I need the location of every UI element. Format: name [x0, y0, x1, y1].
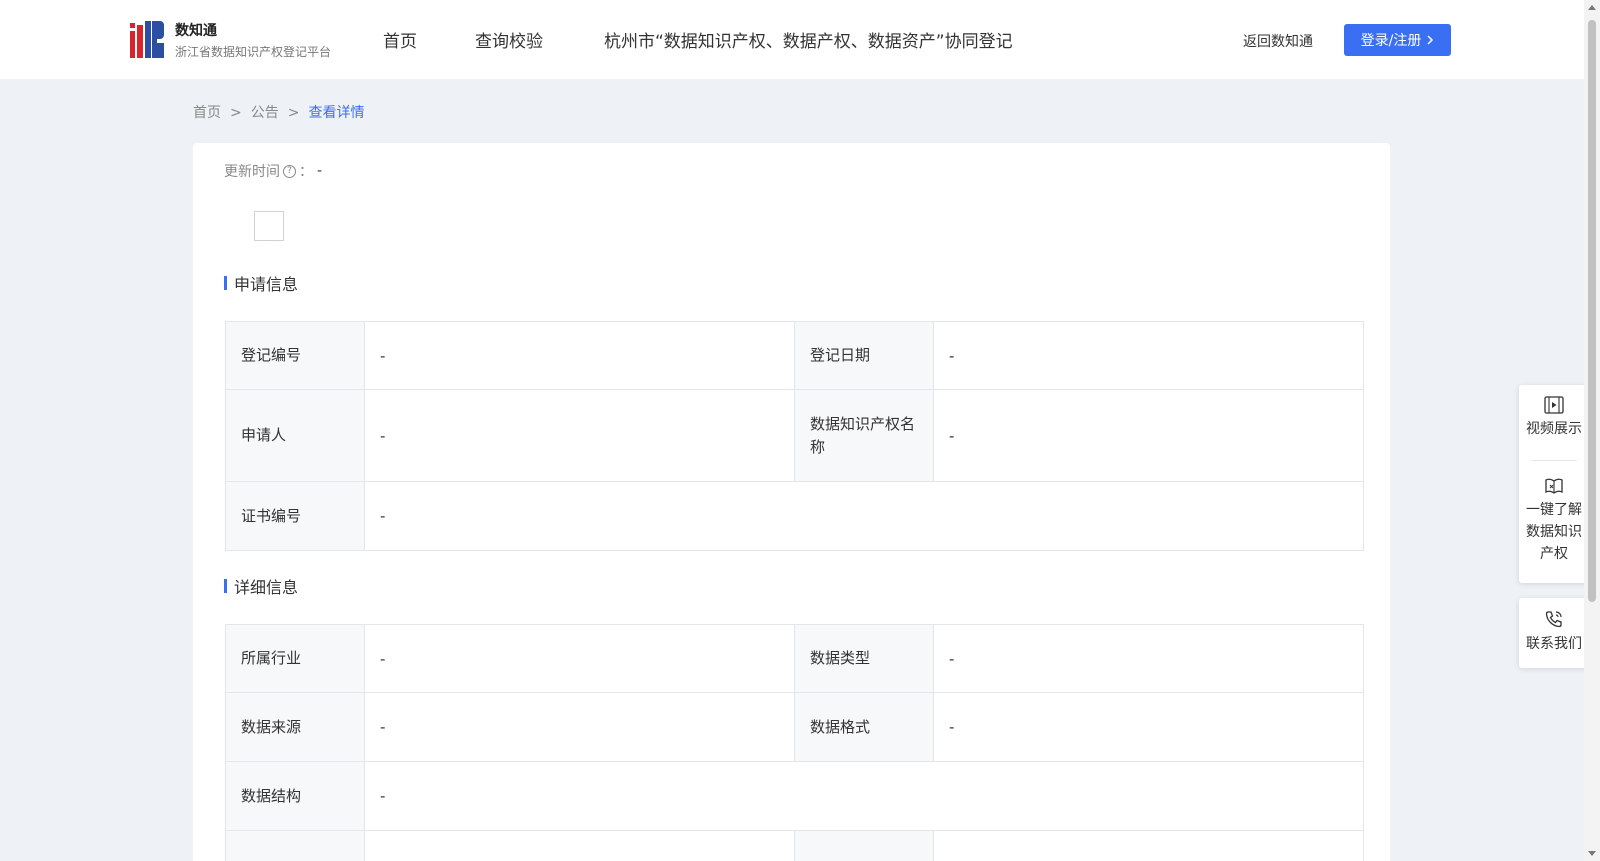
learn-line-2: 数据知识: [1526, 524, 1582, 540]
field-label: [794, 830, 934, 861]
breadcrumb-announcement[interactable]: 公告: [251, 105, 279, 121]
field-label: 证书编号: [225, 481, 365, 551]
breadcrumb: 首页 > 公告 > 查看详情: [193, 102, 364, 122]
field-value: -: [933, 692, 1364, 762]
question-circle-icon[interactable]: ?: [283, 164, 296, 178]
title-accent-bar: [224, 579, 227, 593]
field-value: -: [364, 692, 795, 762]
update-time-label: 更新时间: [224, 164, 280, 180]
table-row: 数据结构 -: [225, 761, 1364, 831]
table-row: [225, 830, 1364, 861]
breadcrumb-separator: >: [230, 105, 242, 121]
chevron-right-icon: [1427, 35, 1434, 45]
float-help-panel: 视频展示 一键了解 数据知识 产权: [1519, 385, 1589, 583]
brand-name: 数知通: [175, 23, 217, 39]
field-label: 数据格式: [794, 692, 934, 762]
certificate-image-placeholder[interactable]: [254, 211, 284, 241]
field-value: -: [933, 389, 1364, 482]
login-register-button[interactable]: 登录/注册: [1344, 24, 1451, 56]
top-header: 数知通 浙江省数据知识产权登记平台 首页 查询校验 杭州市“数据知识产权、数据产…: [0, 0, 1584, 79]
video-icon: [1544, 396, 1564, 414]
table-row: 所属行业 - 数据类型 -: [225, 624, 1364, 693]
field-value: [364, 830, 795, 861]
nav-query-verify[interactable]: 查询校验: [475, 27, 543, 52]
login-register-label: 登录/注册: [1360, 33, 1422, 49]
video-showcase-label: 视频展示: [1526, 421, 1582, 437]
field-value: -: [933, 321, 1364, 390]
breadcrumb-separator: >: [287, 105, 300, 121]
field-label: 数据知识产权名称: [794, 389, 934, 482]
breadcrumb-home[interactable]: 首页: [193, 105, 221, 121]
field-label: 数据类型: [794, 624, 934, 693]
logo-icon[interactable]: [130, 21, 164, 59]
field-value: [933, 830, 1364, 861]
float-contact-panel: 联系我们: [1519, 598, 1589, 668]
table-row: 证书编号 -: [225, 481, 1364, 551]
phone-icon: [1545, 611, 1562, 628]
detail-info-title-text: 详细信息: [234, 578, 299, 597]
field-label: 申请人: [225, 389, 365, 482]
field-value: -: [364, 624, 795, 693]
title-accent-bar: [224, 276, 227, 290]
field-value: -: [364, 321, 795, 390]
back-to-shuzhitong-link[interactable]: 返回数知通: [1243, 31, 1313, 51]
detail-info-table: 所属行业 - 数据类型 - 数据来源 - 数据格式 - 数据结构 -: [225, 624, 1364, 861]
table-row: 数据来源 - 数据格式 -: [225, 692, 1364, 762]
field-label: 登记日期: [794, 321, 934, 390]
update-time-row: 更新时间 ? ： -: [224, 161, 322, 181]
learn-line-1: 一键了解: [1526, 502, 1582, 518]
scroll-down-arrow-icon[interactable]: [1588, 851, 1596, 856]
update-time-value: -: [317, 163, 323, 179]
field-label: 所属行业: [225, 624, 365, 693]
field-value: -: [364, 761, 1364, 831]
brand-subtitle: 浙江省数据知识产权登记平台: [175, 45, 332, 59]
field-label: 登记编号: [225, 321, 365, 390]
apply-info-title-text: 申请信息: [234, 275, 299, 294]
contact-us-label: 联系我们: [1526, 636, 1582, 652]
scroll-thumb[interactable]: [1588, 20, 1596, 602]
detail-card: 更新时间 ? ： - 申请信息 登记编号 - 登记日期 - 申请人 - 数据知识…: [193, 143, 1390, 861]
field-value: -: [933, 624, 1364, 693]
field-value: -: [364, 389, 795, 482]
contact-us-button[interactable]: 联系我们: [1519, 598, 1589, 655]
learn-data-ip-button[interactable]: 一键了解 数据知识 产权: [1519, 461, 1589, 565]
apply-info-table: 登记编号 - 登记日期 - 申请人 - 数据知识产权名称 - 证书编号 -: [225, 321, 1364, 551]
apply-info-title: 申请信息: [224, 271, 298, 295]
vertical-scrollbar[interactable]: [1584, 0, 1600, 861]
breadcrumb-current: 查看详情: [308, 105, 365, 121]
book-icon: [1545, 478, 1563, 494]
scroll-up-arrow-icon[interactable]: [1588, 5, 1596, 10]
video-showcase-button[interactable]: 视频展示: [1519, 385, 1589, 460]
table-row: 申请人 - 数据知识产权名称 -: [225, 389, 1364, 482]
detail-info-title: 详细信息: [224, 574, 298, 598]
nav-home[interactable]: 首页: [383, 27, 417, 52]
field-label: 数据结构: [225, 761, 365, 831]
field-label: [225, 830, 365, 861]
table-row: 登记编号 - 登记日期 -: [225, 321, 1364, 390]
nav-hangzhou-registration[interactable]: 杭州市“数据知识产权、数据产权、数据资产”协同登记: [604, 27, 1013, 52]
field-value: -: [364, 481, 1364, 551]
field-label: 数据来源: [225, 692, 365, 762]
learn-line-3: 产权: [1540, 546, 1568, 562]
update-time-colon: ：: [299, 164, 313, 180]
